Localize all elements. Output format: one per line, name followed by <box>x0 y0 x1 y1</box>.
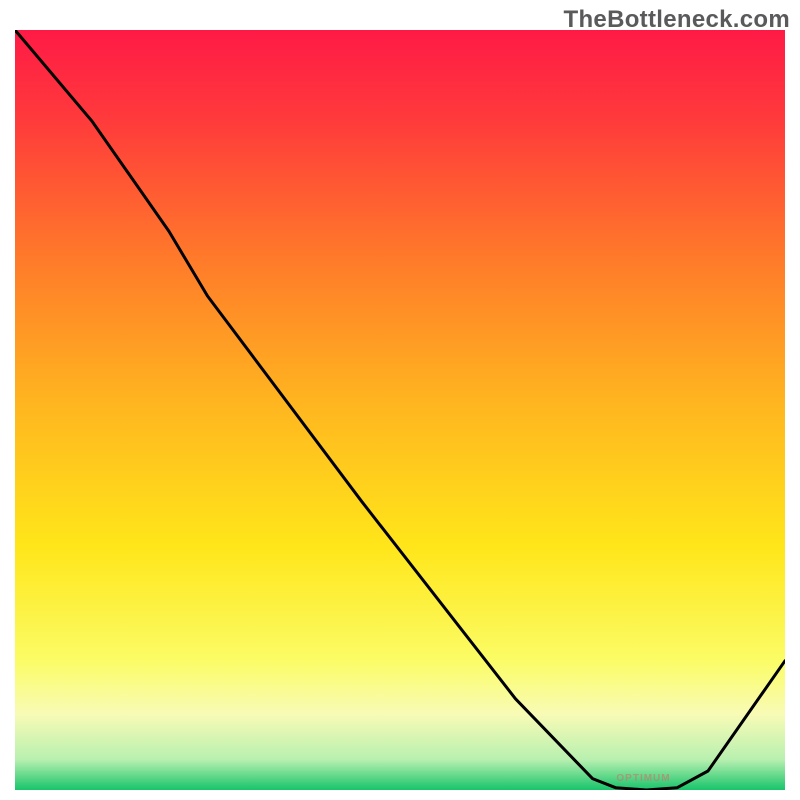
gradient-background <box>15 30 785 790</box>
chart-area <box>15 30 785 790</box>
optimum-marker: OPTIMUM <box>616 773 670 784</box>
chart-svg <box>15 30 785 790</box>
